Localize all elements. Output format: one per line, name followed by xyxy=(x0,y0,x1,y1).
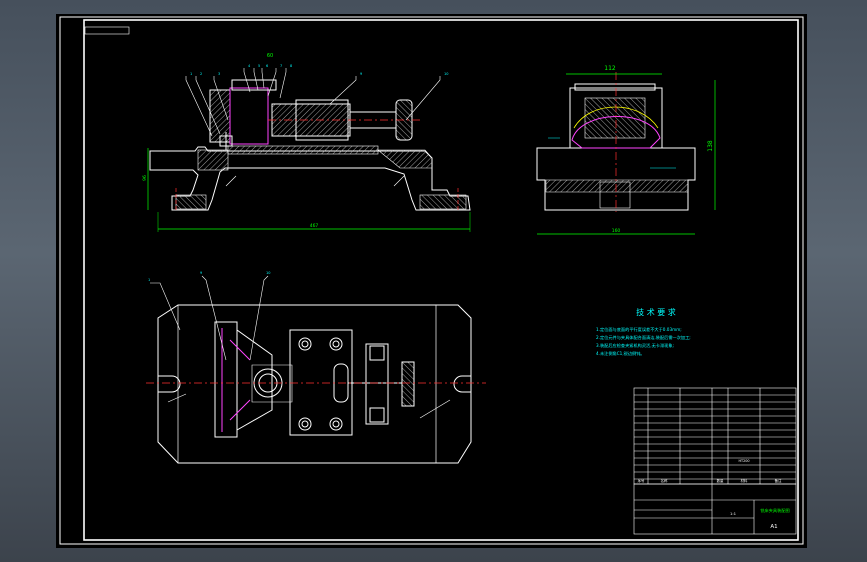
svg-text:1: 1 xyxy=(190,72,192,76)
side-view-dim-depth-label: 160 xyxy=(612,228,621,234)
tech-req-line-1: 1.定位面与底面的平行度误差不大于0.03mm; xyxy=(596,326,682,333)
front-view-dim-height-label: 96 xyxy=(142,175,148,181)
svg-text:3: 3 xyxy=(218,72,220,76)
bom-header-name: 名称 xyxy=(661,478,668,483)
bom-header-index: 序号 xyxy=(638,478,645,483)
bom-header-material: 材料 xyxy=(741,478,748,483)
tech-req-line-4: 4.未注倒角C1,锐边倒钝。 xyxy=(596,350,645,357)
top-view-handwheel xyxy=(401,361,415,407)
section-mark-label: 60 xyxy=(267,53,273,59)
drawing-ratio: 1:1 xyxy=(730,511,737,516)
drawing-canvas: 467 96 60 123 456 78 9 10 112 138 160 19… xyxy=(56,14,807,548)
svg-text:10: 10 xyxy=(444,72,448,76)
bom-header-qty: 数量 xyxy=(717,478,724,483)
tech-req-line-3: 3.装配后应检查夹紧机构灵活,无卡滞现象; xyxy=(596,342,674,349)
bom-header-remark: 备注 xyxy=(775,478,782,483)
cad-viewport: 467 96 60 123 456 78 9 10 112 138 160 1 … xyxy=(0,0,867,562)
front-view-foot-hatch-left xyxy=(175,194,207,210)
side-view-dim-height-label: 138 xyxy=(707,140,714,152)
sheet-size: A1 xyxy=(770,524,777,530)
drawing-name: 铣床夹具装配图 xyxy=(760,507,789,514)
front-view-dim-length-label: 467 xyxy=(310,223,319,229)
svg-text:7: 7 xyxy=(280,64,282,68)
front-view-foot-hatch-right xyxy=(419,194,467,210)
front-view-section-hatch-top xyxy=(227,145,379,155)
tech-req-line-2: 2.定位元件与夹具体配合面清洁,装配后需一次加工; xyxy=(596,334,691,341)
svg-text:9: 9 xyxy=(200,271,202,275)
svg-text:2: 2 xyxy=(200,72,202,76)
svg-text:10: 10 xyxy=(266,271,270,275)
side-view-dim-width-label: 112 xyxy=(604,65,616,72)
front-view-section-hatch-left xyxy=(197,149,229,171)
svg-text:1: 1 xyxy=(148,278,150,282)
tech-req-title: 技 术 要 求 xyxy=(636,307,676,317)
drawing-sheet xyxy=(56,14,807,548)
svg-text:8: 8 xyxy=(290,64,292,68)
svg-text:9: 9 xyxy=(360,72,362,76)
bom-material-value: HT200 xyxy=(738,459,749,463)
svg-text:6: 6 xyxy=(266,64,268,68)
side-view-clamp-hatch xyxy=(584,97,646,139)
svg-text:5: 5 xyxy=(258,64,260,68)
